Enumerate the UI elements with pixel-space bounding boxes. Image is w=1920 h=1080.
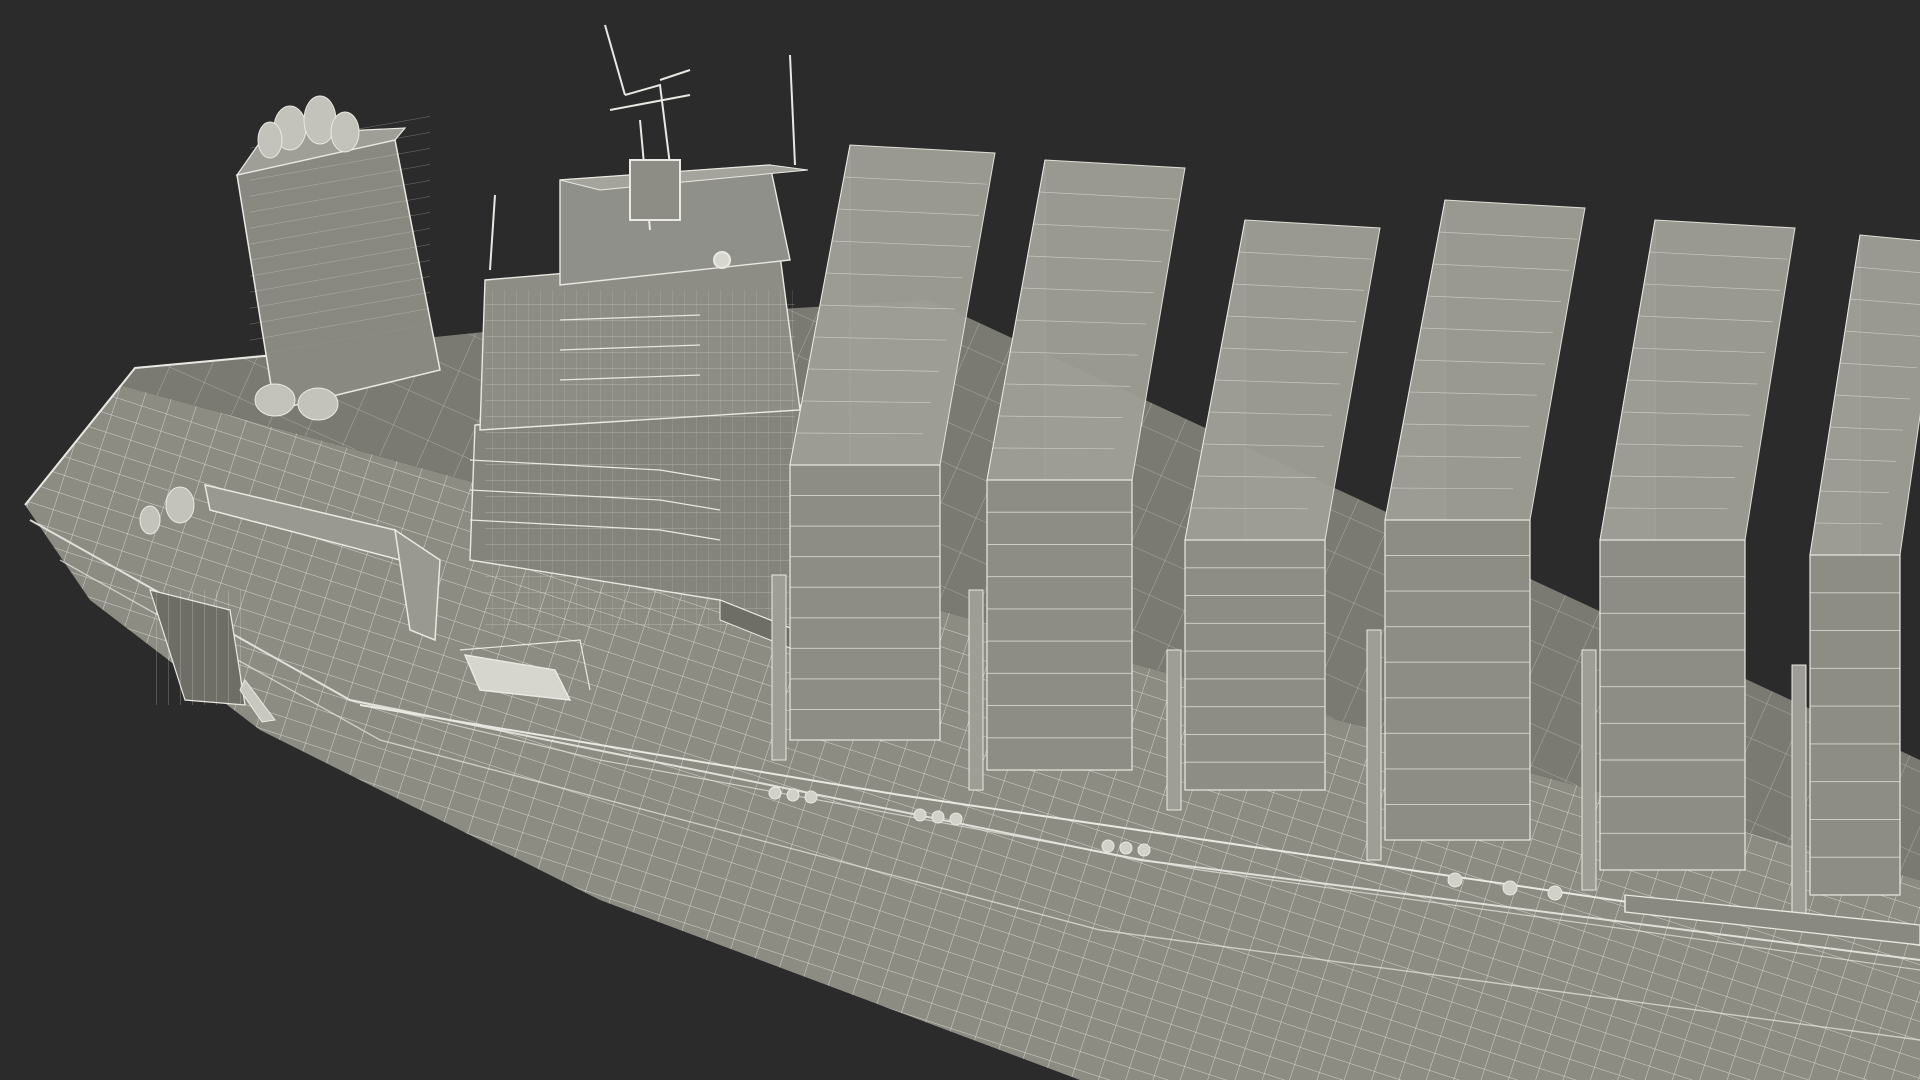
lashing-bridge xyxy=(1581,649,1597,891)
lashing-bridge xyxy=(1791,664,1807,916)
lashing-bridge xyxy=(771,574,787,761)
lashing-bridge xyxy=(1166,649,1182,811)
lashing-bridge xyxy=(1366,629,1382,861)
funnel xyxy=(235,95,441,411)
render-viewport xyxy=(0,0,1920,1080)
lashing-bridge xyxy=(968,589,984,791)
ship-render xyxy=(24,24,1920,1080)
bridge-superstructure xyxy=(469,164,821,661)
